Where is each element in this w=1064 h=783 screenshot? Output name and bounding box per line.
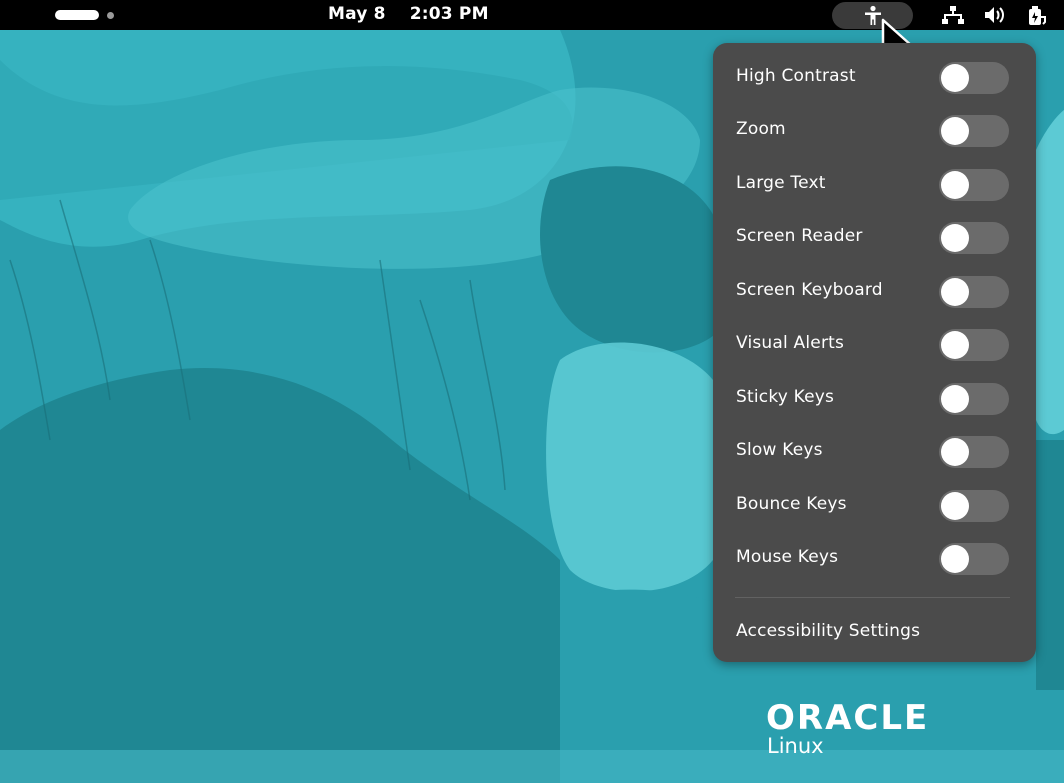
menu-item-screen-keyboard[interactable]: Screen Keyboard (713, 267, 1036, 315)
menu-item-label: Zoom (736, 119, 786, 139)
activities-button[interactable] (55, 10, 99, 20)
workspace-indicator-icon[interactable] (107, 12, 114, 19)
toggle-knob (941, 224, 969, 252)
network-icon[interactable] (941, 5, 965, 25)
menu-item-label: Bounce Keys (736, 494, 847, 514)
toggle-knob (941, 492, 969, 520)
battery-icon[interactable] (1026, 5, 1048, 27)
menu-item-label: Visual Alerts (736, 333, 845, 353)
toggle-knob (941, 278, 969, 306)
menu-item-mouse-keys[interactable]: Mouse Keys (713, 534, 1036, 582)
toggle-knob (941, 117, 969, 145)
oracle-logo: ORACLE (766, 698, 930, 738)
slow-keys-toggle[interactable] (939, 436, 1009, 468)
menu-item-zoom[interactable]: Zoom (713, 106, 1036, 154)
menu-item-label: High Contrast (736, 66, 856, 86)
mouse-keys-toggle[interactable] (939, 543, 1009, 575)
menu-item-bounce-keys[interactable]: Bounce Keys (713, 481, 1036, 529)
menu-item-large-text[interactable]: Large Text (713, 160, 1036, 208)
toggle-knob (941, 64, 969, 92)
time-label: 2:03 PM (409, 4, 489, 24)
toggle-knob (941, 331, 969, 359)
visual-alerts-toggle[interactable] (939, 329, 1009, 361)
accessibility-settings-item[interactable]: Accessibility Settings (736, 621, 920, 641)
sticky-keys-toggle[interactable] (939, 383, 1009, 415)
menu-item-visual-alerts[interactable]: Visual Alerts (713, 320, 1036, 368)
accessibility-menu: High Contrast Zoom Large Text Screen Rea… (713, 43, 1036, 662)
zoom-toggle[interactable] (939, 115, 1009, 147)
toggle-knob (941, 438, 969, 466)
menu-item-label: Sticky Keys (736, 387, 835, 407)
toggle-knob (941, 171, 969, 199)
date-label: May 8 (328, 4, 386, 24)
menu-item-label: Screen Reader (736, 226, 863, 246)
menu-item-screen-reader[interactable]: Screen Reader (713, 213, 1036, 261)
toggle-knob (941, 385, 969, 413)
menu-item-label: Screen Keyboard (736, 280, 883, 300)
bounce-keys-toggle[interactable] (939, 490, 1009, 522)
menu-item-label: Slow Keys (736, 440, 823, 460)
menu-separator (735, 597, 1010, 598)
volume-icon[interactable] (983, 5, 1007, 25)
menu-item-label: Large Text (736, 173, 826, 193)
date-time-button[interactable]: May 8 2:03 PM (328, 4, 489, 24)
menu-item-label: Mouse Keys (736, 547, 839, 567)
toggle-knob (941, 545, 969, 573)
large-text-toggle[interactable] (939, 169, 1009, 201)
linux-wordmark: Linux (767, 734, 824, 758)
menu-item-slow-keys[interactable]: Slow Keys (713, 427, 1036, 475)
menu-item-high-contrast[interactable]: High Contrast (713, 53, 1036, 101)
screen-reader-toggle[interactable] (939, 222, 1009, 254)
screen-keyboard-toggle[interactable] (939, 276, 1009, 308)
high-contrast-toggle[interactable] (939, 62, 1009, 94)
menu-item-sticky-keys[interactable]: Sticky Keys (713, 374, 1036, 422)
